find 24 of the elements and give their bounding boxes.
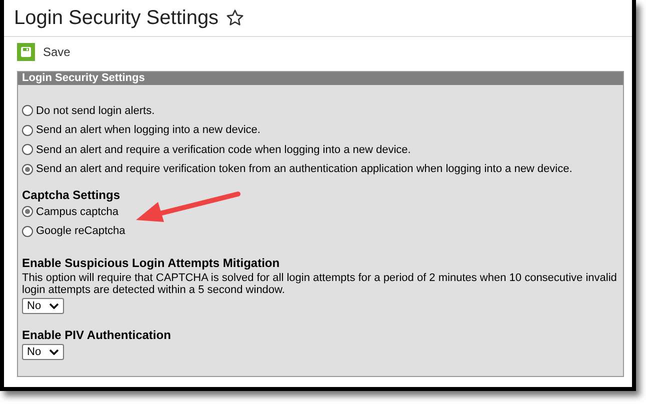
- panel-header: Login Security Settings: [18, 72, 623, 85]
- description-text: This option will require that CAPTCHA is solved for all login attempts for a period of 2 minutes when 10 consecutive invalid login attempts are detected within a 5 second window.: [22, 272, 618, 296]
- section-heading: Captcha Settings: [22, 188, 122, 202]
- radio-button[interactable]: [22, 144, 33, 156]
- radio-button[interactable]: [22, 164, 33, 175]
- radio-button[interactable]: [22, 124, 33, 136]
- radio-button[interactable]: [22, 206, 33, 218]
- star-icon[interactable]: [226, 9, 244, 27]
- radio-option[interactable]: Do not send login alerts.: [22, 101, 619, 120]
- chevron-down-icon: [49, 349, 60, 355]
- radio-button[interactable]: [22, 226, 33, 237]
- dropdown[interactable]: No: [22, 344, 64, 360]
- section-heading: Enable PIV Authentication: [22, 328, 172, 342]
- radio-option[interactable]: Send an alert and require a verification code when logging into a new device.: [22, 140, 619, 160]
- save-button[interactable]: Save: [17, 43, 70, 61]
- page-title: Login Security Settings: [14, 6, 219, 30]
- radio-option[interactable]: Send an alert when logging into a new device.: [22, 120, 619, 140]
- radio-option[interactable]: Campus captcha: [22, 202, 619, 222]
- section-heading: Enable Suspicious Login Attempts Mitigation: [22, 256, 281, 270]
- chevron-down-icon: [49, 303, 60, 309]
- radio-button[interactable]: [22, 105, 33, 116]
- dropdown[interactable]: No: [22, 298, 64, 314]
- radio-option[interactable]: Google reCaptcha: [22, 222, 619, 241]
- radio-option[interactable]: Send an alert and require verification token from an authentication application when logging into a new device.: [22, 160, 619, 179]
